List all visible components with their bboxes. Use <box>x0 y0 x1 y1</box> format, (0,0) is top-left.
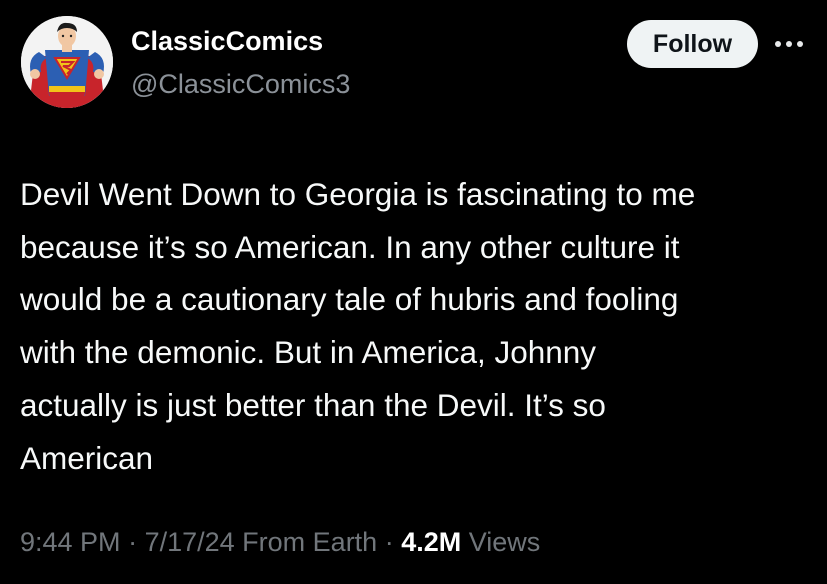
views-label: Views <box>468 527 541 557</box>
tweet-time[interactable]: 9:44 PM <box>20 527 121 557</box>
tweet-meta: 9:44 PM · 7/17/24 From Earth · 4.2M View… <box>20 527 540 558</box>
meta-separator: · <box>377 527 402 557</box>
user-handle[interactable]: @ClassicComics3 <box>131 69 350 100</box>
meta-separator: · <box>120 527 145 557</box>
follow-button[interactable]: Follow <box>627 20 758 68</box>
tweet-card: ClassicComics @ClassicComics3 Follow Dev… <box>0 0 827 584</box>
more-options-icon[interactable] <box>770 30 808 58</box>
tweet-date[interactable]: 7/17/24 <box>145 527 235 557</box>
tweet-text: Devil Went Down to Georgia is fascinatin… <box>20 176 696 476</box>
display-name[interactable]: ClassicComics <box>131 26 323 57</box>
superman-avatar-icon[interactable] <box>21 16 113 108</box>
tweet-location: From Earth <box>242 527 378 557</box>
views-count[interactable]: 4.2M <box>401 527 461 557</box>
